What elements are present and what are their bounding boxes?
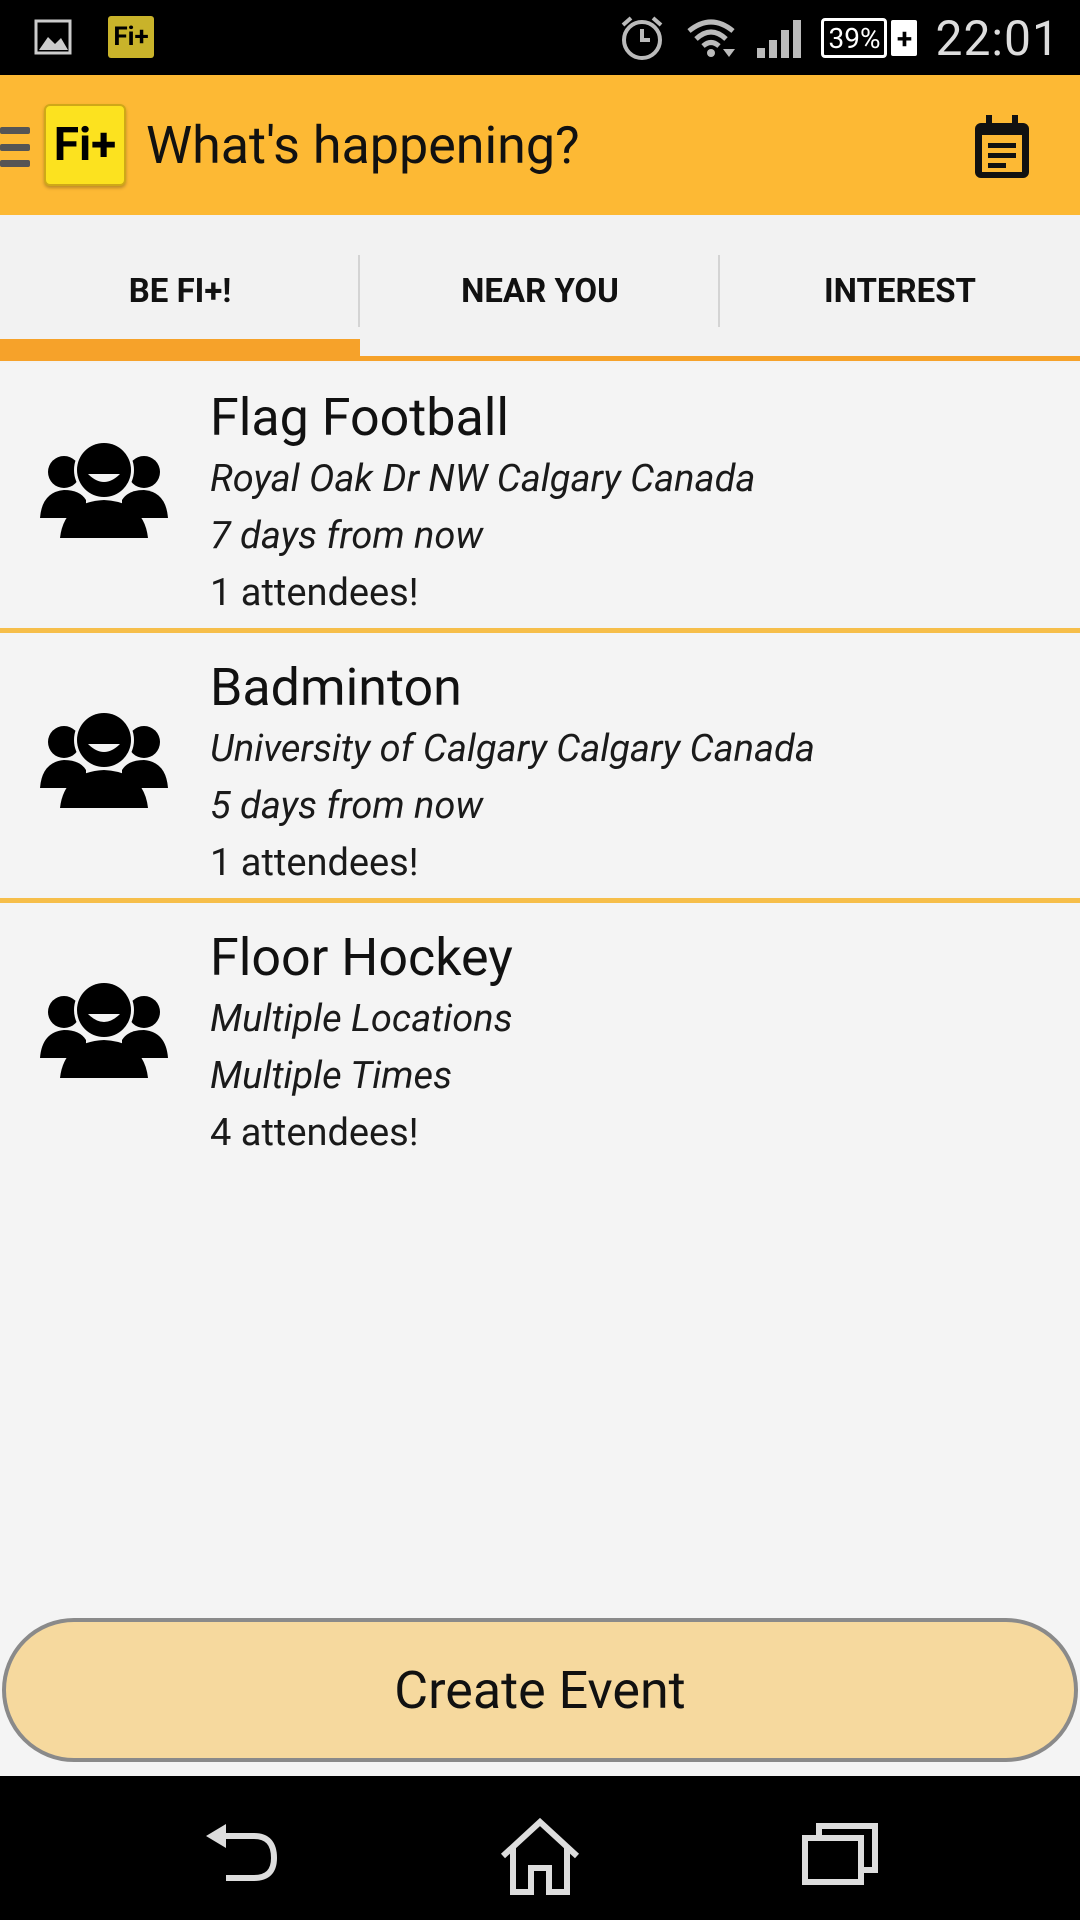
event-time: 5 days from now	[210, 784, 484, 828]
event-title: Flag Football	[210, 387, 510, 448]
image-icon	[34, 17, 74, 57]
fi-plus-notification-icon: Fi+	[108, 16, 154, 58]
back-icon	[206, 1824, 278, 1881]
group-icon	[40, 980, 168, 1078]
signal-icon	[757, 20, 802, 58]
event-item[interactable]: Flag Football Royal Oak Dr NW Calgary Ca…	[0, 363, 1080, 628]
tab-underline	[0, 356, 1080, 361]
home-button[interactable]	[495, 1816, 585, 1896]
group-icon	[40, 710, 168, 808]
app-logo[interactable]: Fi+	[44, 104, 126, 186]
event-list: Flag Football Royal Oak Dr NW Calgary Ca…	[0, 363, 1080, 1168]
clock: 22:01	[935, 9, 1060, 67]
navigation-bar	[0, 1776, 1080, 1920]
drawer-menu-icon[interactable]	[0, 127, 30, 167]
event-attendees: 1 attendees!	[210, 571, 419, 615]
group-icon	[40, 440, 168, 538]
battery-percent: 39%	[821, 18, 888, 58]
app-bar: Fi+ What's happening?	[0, 75, 1080, 215]
home-icon	[500, 1817, 580, 1895]
charging-icon: +	[891, 20, 918, 56]
tab-interest[interactable]: INTEREST	[720, 255, 1080, 327]
status-bar: Fi+ 39% + 22:01	[0, 0, 1080, 75]
recent-apps-button[interactable]	[795, 1816, 885, 1896]
calendar-icon	[975, 115, 1029, 178]
battery-icon: 39% +	[821, 18, 918, 58]
calendar-button[interactable]	[972, 113, 1032, 181]
selected-tab-indicator	[0, 339, 360, 356]
event-location: Royal Oak Dr NW Calgary Canada	[210, 457, 756, 501]
event-attendees: 1 attendees!	[210, 841, 419, 885]
back-button[interactable]	[196, 1816, 286, 1896]
tab-bar: BE FI+! NEAR YOU INTEREST	[0, 215, 1080, 363]
event-location: Multiple Locations	[210, 997, 513, 1041]
event-time: 7 days from now	[210, 514, 484, 558]
tab-near-you[interactable]: NEAR YOU	[360, 255, 720, 327]
create-event-button[interactable]: Create Event	[2, 1618, 1078, 1762]
alarm-icon	[622, 16, 663, 60]
recent-apps-icon	[802, 1823, 878, 1885]
event-location: University of Calgary Calgary Canada	[210, 727, 815, 771]
event-item[interactable]: Badminton University of Calgary Calgary …	[0, 633, 1080, 898]
event-time: Multiple Times	[210, 1054, 453, 1098]
event-item[interactable]: Floor Hockey Multiple Locations Multiple…	[0, 903, 1080, 1168]
page-title: What's happening?	[146, 115, 580, 176]
event-attendees: 4 attendees!	[210, 1111, 419, 1155]
event-title: Badminton	[210, 657, 462, 718]
event-title: Floor Hockey	[210, 927, 513, 988]
wifi-icon	[687, 19, 736, 57]
tab-be-fi[interactable]: BE FI+!	[0, 255, 360, 327]
